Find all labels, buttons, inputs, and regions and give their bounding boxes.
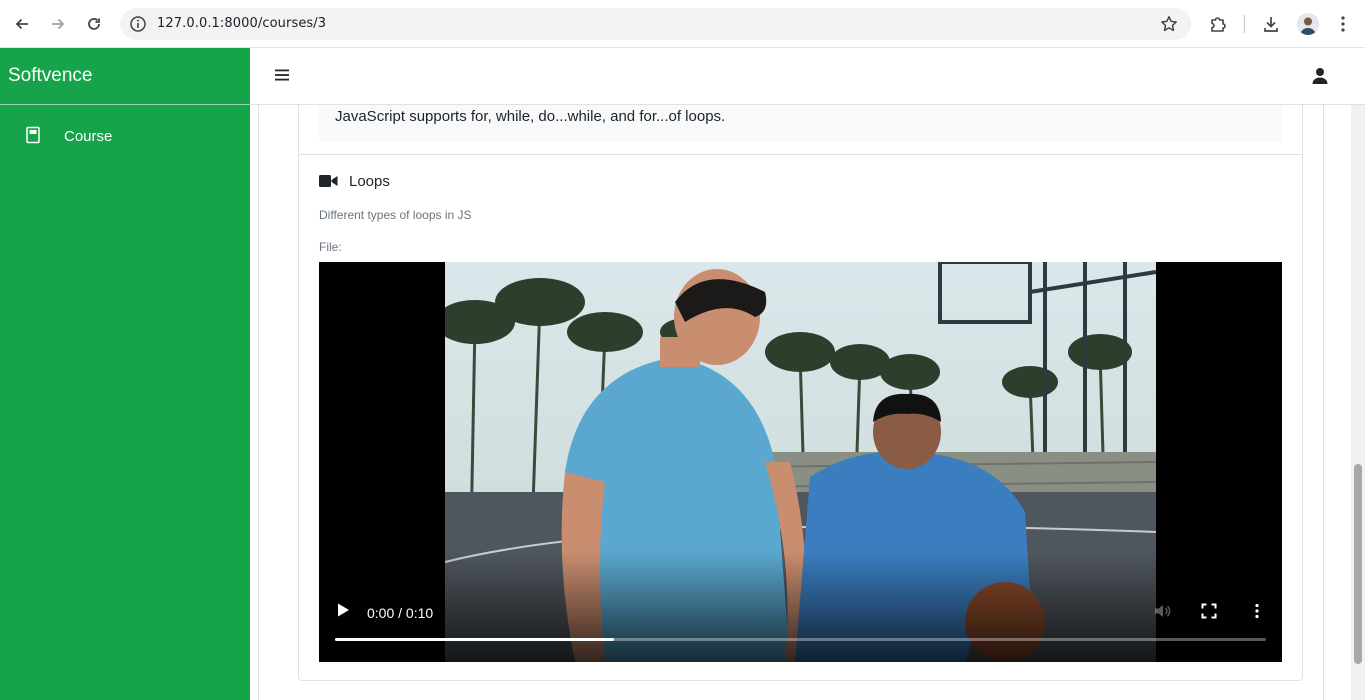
reload-icon[interactable] bbox=[82, 12, 106, 36]
video-progress-bar[interactable] bbox=[335, 638, 1266, 641]
sidebar-item-course[interactable]: Course bbox=[0, 118, 250, 154]
video-time: 0:00 / 0:10 bbox=[367, 605, 434, 621]
forward-arrow-icon[interactable] bbox=[46, 12, 70, 36]
page-scrollbar[interactable] bbox=[1351, 48, 1365, 700]
lesson-list-card: JavaScript supports for, while, do...whi… bbox=[298, 105, 1303, 681]
profile-avatar[interactable] bbox=[1297, 13, 1319, 35]
toolbar-separator bbox=[1244, 15, 1245, 33]
hamburger-icon[interactable] bbox=[274, 67, 290, 83]
controls-overlay bbox=[319, 552, 1282, 662]
scroll-thumb[interactable] bbox=[1354, 464, 1362, 664]
file-label: File: bbox=[319, 240, 342, 254]
sidebar-item-label: Course bbox=[64, 128, 113, 145]
video-progress-fill bbox=[335, 638, 615, 641]
lesson-description: Different types of loops in JS bbox=[319, 208, 472, 222]
user-icon[interactable] bbox=[1310, 66, 1330, 86]
lesson-title: Loops bbox=[349, 173, 390, 190]
video-camera-icon bbox=[319, 174, 338, 188]
star-icon[interactable] bbox=[1159, 14, 1179, 34]
volume-icon[interactable] bbox=[1153, 602, 1171, 620]
play-icon[interactable] bbox=[335, 602, 351, 618]
address-bar[interactable]: 127.0.0.1:8000/courses/3 bbox=[120, 8, 1191, 40]
kebab-menu-icon[interactable] bbox=[1331, 12, 1355, 36]
site-info-icon[interactable] bbox=[128, 14, 148, 34]
video-player[interactable]: 0:00 / 0:10 bbox=[319, 262, 1282, 662]
browser-toolbar: 127.0.0.1:8000/courses/3 bbox=[0, 0, 1365, 48]
back-arrow-icon[interactable] bbox=[10, 12, 34, 36]
lesson-text: JavaScript supports for, while, do...whi… bbox=[335, 108, 726, 125]
brand-name[interactable]: Softvence bbox=[8, 65, 93, 87]
book-icon bbox=[25, 126, 41, 144]
main-content: JavaScript supports for, while, do...whi… bbox=[250, 105, 1351, 700]
download-icon[interactable] bbox=[1259, 12, 1283, 36]
url-text[interactable]: 127.0.0.1:8000/courses/3 bbox=[157, 16, 326, 31]
brand[interactable]: Softvence bbox=[0, 48, 250, 105]
top-header bbox=[250, 48, 1365, 105]
puzzle-icon[interactable] bbox=[1206, 12, 1230, 36]
more-options-icon[interactable] bbox=[1249, 603, 1265, 619]
lesson-text-content: JavaScript supports for, while, do...whi… bbox=[319, 105, 1282, 142]
divider bbox=[299, 154, 1302, 155]
fullscreen-icon[interactable] bbox=[1201, 603, 1217, 619]
sidebar: Softvence Course bbox=[0, 48, 250, 700]
